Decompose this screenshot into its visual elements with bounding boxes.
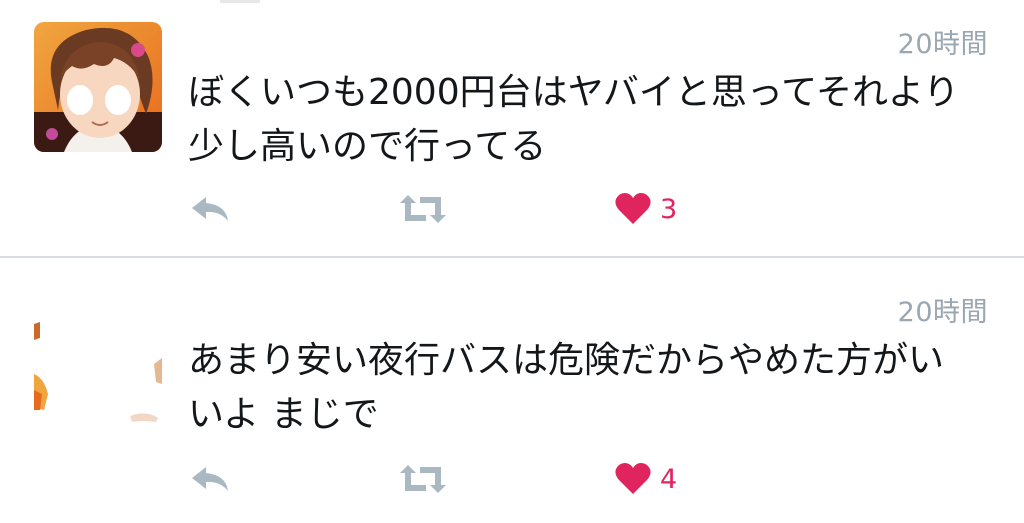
tweet-item[interactable]: 20時間 ぼくいつも2000円台はヤバイと思ってそれより 少し高いので行ってる … — [0, 0, 1024, 256]
avatar[interactable] — [34, 298, 162, 428]
tweet-text-line: 少し高いので行ってる — [188, 126, 547, 167]
tweet-text-line: ぼくいつも2000円台はヤバイと思ってそれより — [188, 72, 960, 113]
reply-icon — [192, 197, 228, 221]
retweet-icon — [400, 465, 446, 493]
retweet-icon — [400, 195, 446, 223]
tweet-actions: 3 — [0, 184, 1024, 234]
tweet-text-line: いよ まじで — [188, 394, 379, 435]
tweet-timestamp[interactable]: 20時間 — [898, 22, 988, 61]
retweet-button[interactable] — [396, 454, 450, 504]
anime-character-avatar-icon — [34, 298, 162, 428]
reply-button[interactable] — [188, 454, 232, 504]
like-count: 4 — [660, 463, 678, 495]
anime-character-avatar-icon — [34, 22, 162, 152]
tweet-timestamp[interactable]: 20時間 — [898, 290, 988, 329]
tweet-text: あまり安い夜行バスは危険だからやめた方がい いよ まじで — [188, 334, 998, 442]
reply-icon — [192, 467, 228, 491]
user-name-fragment — [220, 0, 260, 3]
tweet-text-line: あまり安い夜行バスは危険だからやめた方がい — [188, 340, 945, 381]
avatar[interactable] — [34, 22, 162, 152]
heart-icon — [615, 193, 651, 224]
reply-button[interactable] — [188, 184, 232, 234]
like-button[interactable]: 3 — [614, 184, 677, 234]
tweet-text: ぼくいつも2000円台はヤバイと思ってそれより 少し高いので行ってる — [188, 66, 998, 174]
tweet-actions: 4 — [0, 454, 1024, 504]
tweet-item[interactable]: 20時間 あまり安い夜行バスは危険だからやめた方がい いよ まじで 4 — [0, 258, 1024, 523]
heart-icon — [615, 463, 651, 494]
retweet-button[interactable] — [396, 184, 450, 234]
like-button[interactable]: 4 — [614, 454, 677, 504]
like-count: 3 — [660, 193, 678, 225]
